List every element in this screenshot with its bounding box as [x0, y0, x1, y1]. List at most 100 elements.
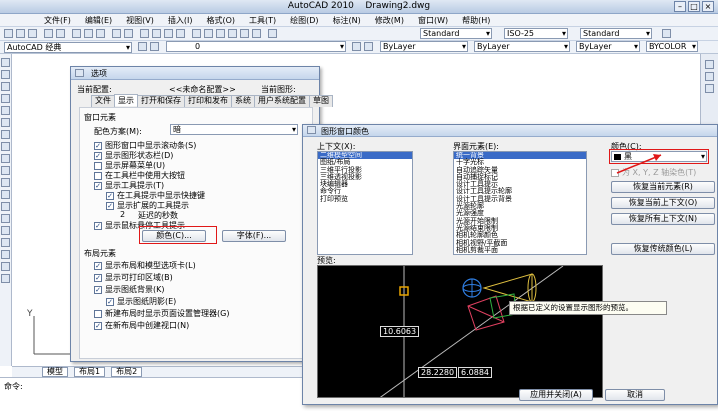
menu-file[interactable]: 文件(F) [44, 15, 71, 26]
undo-icon[interactable] [112, 29, 121, 38]
tab-model[interactable]: 模型 [42, 367, 68, 377]
calculator-icon[interactable] [252, 29, 261, 38]
lineweight-select[interactable]: ByLayer [576, 41, 640, 52]
gear-icon[interactable] [138, 42, 147, 51]
multileader-icon[interactable] [662, 29, 671, 38]
tab-files[interactable]: 文件 [91, 95, 115, 107]
open-icon[interactable] [16, 29, 25, 38]
menu-edit[interactable]: 编辑(E) [85, 15, 112, 26]
context-list[interactable]: 二维模型空间 图纸/布局 三维平行投影 三维透视投影 块编辑器 命令行 打印预览 [317, 151, 413, 255]
color-scheme-select[interactable]: 暗 [170, 124, 298, 135]
workspace-select[interactable]: AutoCAD 经典 [4, 42, 132, 53]
circle-icon[interactable] [1, 130, 10, 139]
new-icon[interactable] [4, 29, 13, 38]
create-viewport-checkbox[interactable]: ✓ 在新布局中创建视口(N) [94, 320, 189, 331]
line-icon[interactable] [1, 58, 10, 67]
menu-insert[interactable]: 插入(I) [168, 15, 193, 26]
list-item[interactable]: 相机剪裁平面 [454, 246, 586, 254]
ellipse-arc-icon[interactable] [1, 178, 10, 187]
page-setup-manager-checkbox[interactable]: 新建布局时显示页面设置管理器(G) [94, 308, 229, 319]
erase-icon[interactable] [705, 60, 714, 69]
arc-icon[interactable] [1, 118, 10, 127]
maximize-icon[interactable]: □ [688, 1, 700, 12]
help-icon[interactable] [268, 29, 277, 38]
insert-block-icon[interactable] [1, 190, 10, 199]
layer-previous-icon[interactable] [364, 42, 373, 51]
menu-dimension[interactable]: 标注(N) [333, 15, 361, 26]
menu-modify[interactable]: 修改(M) [375, 15, 404, 26]
hatch-icon[interactable] [1, 226, 10, 235]
restore-all-button[interactable]: 恢复所有上下文(N) [611, 213, 715, 225]
fonts-button[interactable]: 字体(F)... [222, 230, 286, 242]
text-style-select[interactable]: Standard [420, 28, 492, 39]
mirror-icon[interactable] [705, 84, 714, 93]
make-current-icon[interactable] [352, 42, 361, 51]
tab-display[interactable]: 显示 [114, 94, 138, 106]
restore-context-button[interactable]: 恢复当前上下文(O) [611, 197, 715, 209]
paper-background-checkbox[interactable]: ✓ 显示图纸背景(K) [94, 284, 165, 295]
zoom-window-icon[interactable] [164, 29, 173, 38]
apply-close-button[interactable]: 应用并关闭(A) [519, 389, 593, 401]
tab-layout2[interactable]: 布局2 [111, 367, 143, 377]
menu-view[interactable]: 视图(V) [126, 15, 154, 26]
zoom-previous-icon[interactable] [176, 29, 185, 38]
tab-open-save[interactable]: 打开和保存 [137, 95, 185, 107]
ellipse-icon[interactable] [1, 166, 10, 175]
tab-plot-publish[interactable]: 打印和发布 [184, 95, 232, 107]
zoom-icon[interactable] [152, 29, 161, 38]
markup-icon[interactable] [240, 29, 249, 38]
design-center-icon[interactable] [204, 29, 213, 38]
copy-object-icon[interactable] [705, 72, 714, 81]
make-block-icon[interactable] [1, 202, 10, 211]
paste-icon[interactable] [96, 29, 105, 38]
tab-drafting[interactable]: 草图 [309, 95, 333, 107]
construction-line-icon[interactable] [1, 70, 10, 79]
tab-layout1[interactable]: 布局1 [74, 367, 106, 377]
restore-element-button[interactable]: 恢复当前元素(R) [611, 181, 715, 193]
menu-tools[interactable]: 工具(T) [249, 15, 276, 26]
minimize-icon[interactable]: – [674, 1, 686, 12]
layer-manager-icon[interactable] [150, 42, 159, 51]
save-icon[interactable] [28, 29, 37, 38]
tab-system[interactable]: 系统 [231, 95, 255, 107]
region-icon[interactable] [1, 250, 10, 259]
paper-shadow-checkbox[interactable]: ✓ 显示图纸阴影(E) [106, 296, 176, 307]
color-select[interactable]: ByLayer [380, 41, 468, 52]
linetype-select[interactable]: ByLayer [474, 41, 570, 52]
polyline-icon[interactable] [1, 82, 10, 91]
interface-element-list[interactable]: 统一背景 十字光标 自动追踪矢量 自动捕捉标记 设计工具提示 设计工具提示轮廓 … [453, 151, 587, 255]
sheet-set-icon[interactable] [228, 29, 237, 38]
table-icon[interactable] [1, 262, 10, 271]
redo-icon[interactable] [124, 29, 133, 38]
cut-icon[interactable] [72, 29, 81, 38]
restore-classic-button[interactable]: 恢复传统颜色(L) [611, 243, 715, 255]
list-item[interactable]: 打印预览 [318, 195, 412, 203]
close-icon[interactable]: × [702, 1, 714, 12]
layer-select[interactable]: 0 [166, 41, 346, 52]
print-icon[interactable] [44, 29, 53, 38]
dim-style-select[interactable]: ISO-25 [504, 28, 568, 39]
tint-axes-checkbox[interactable]: 为 X, Y, Z 轴染色(T) [611, 167, 696, 178]
menu-format[interactable]: 格式(O) [206, 15, 235, 26]
menu-window[interactable]: 窗口(W) [418, 15, 448, 26]
spline-icon[interactable] [1, 154, 10, 163]
tool-palette-icon[interactable] [216, 29, 225, 38]
plot-style-select[interactable]: BYCOLOR [646, 41, 698, 52]
cancel-button[interactable]: 取消 [605, 389, 665, 401]
revision-cloud-icon[interactable] [1, 142, 10, 151]
tab-user-preferences[interactable]: 用户系统配置 [254, 95, 310, 107]
printable-area-checkbox[interactable]: ✓ 显示可打印区域(B) [94, 272, 173, 283]
rectangle-icon[interactable] [1, 106, 10, 115]
copy-icon[interactable] [84, 29, 93, 38]
menu-draw[interactable]: 绘图(D) [290, 15, 318, 26]
gradient-icon[interactable] [1, 238, 10, 247]
table-style-select[interactable]: Standard [580, 28, 652, 39]
preview-icon[interactable] [56, 29, 65, 38]
properties-icon[interactable] [192, 29, 201, 38]
menu-help[interactable]: 帮助(H) [462, 15, 490, 26]
polygon-icon[interactable] [1, 94, 10, 103]
pan-icon[interactable] [140, 29, 149, 38]
mtext-icon[interactable] [1, 274, 10, 283]
point-icon[interactable] [1, 214, 10, 223]
layout-tabs-checkbox[interactable]: ✓ 显示布局和模型选项卡(L) [94, 260, 196, 271]
